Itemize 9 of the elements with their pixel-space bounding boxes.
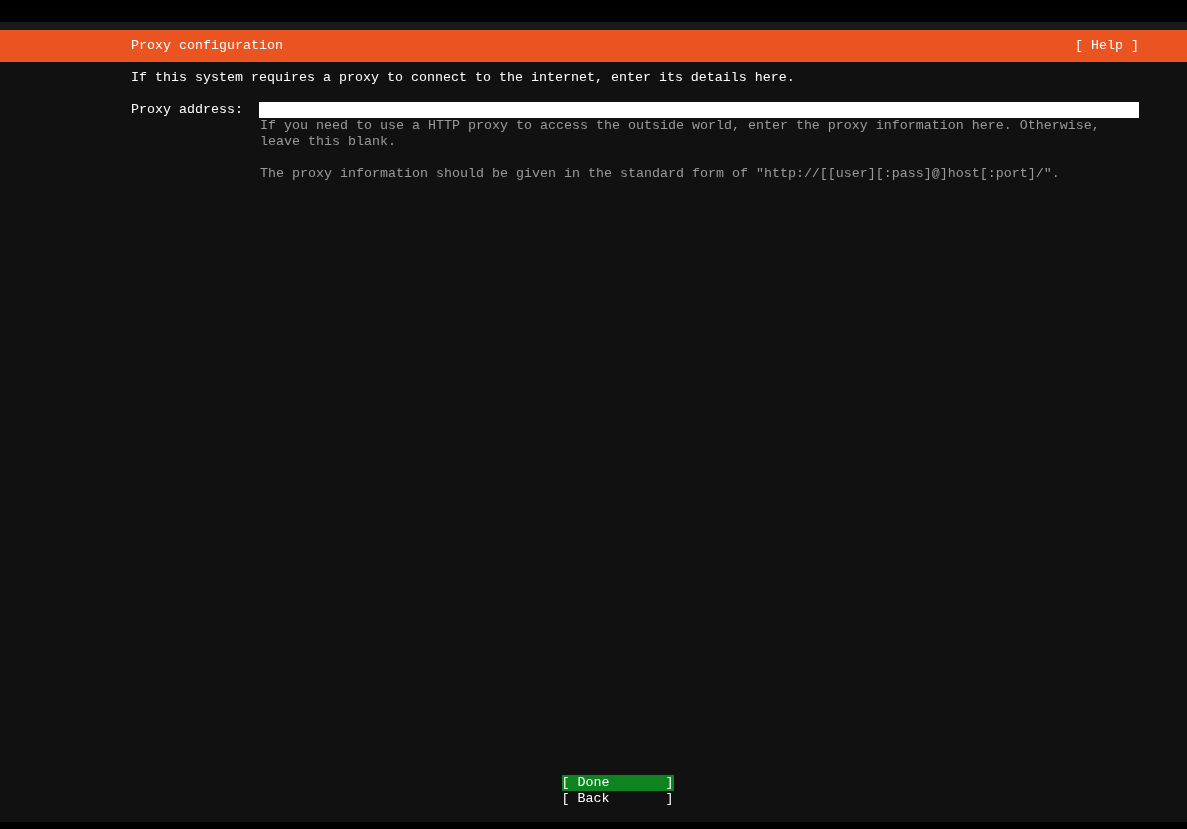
menu-button[interactable]: [ Done ] — [561, 775, 674, 791]
help-button[interactable]: [ Help ] — [1075, 38, 1139, 54]
menu-button[interactable]: [ Back ] — [561, 791, 674, 807]
hint-text: If you need to use a HTTP proxy to access the outside world, enter the proxy information here. Otherwise, leave this blank. — [260, 118, 1101, 150]
proxy-address-field[interactable] — [259, 102, 1139, 118]
screen-title: Proxy configuration — [131, 38, 283, 54]
proxy-address-label: Proxy address: — [131, 102, 244, 118]
hint-text: The proxy information should be given in the standard form of "http://[[user][:pass]@]host[:port]/". — [260, 166, 1061, 182]
intro-text: If this system requires a proxy to connect to the internet, enter its details here. — [131, 70, 796, 86]
